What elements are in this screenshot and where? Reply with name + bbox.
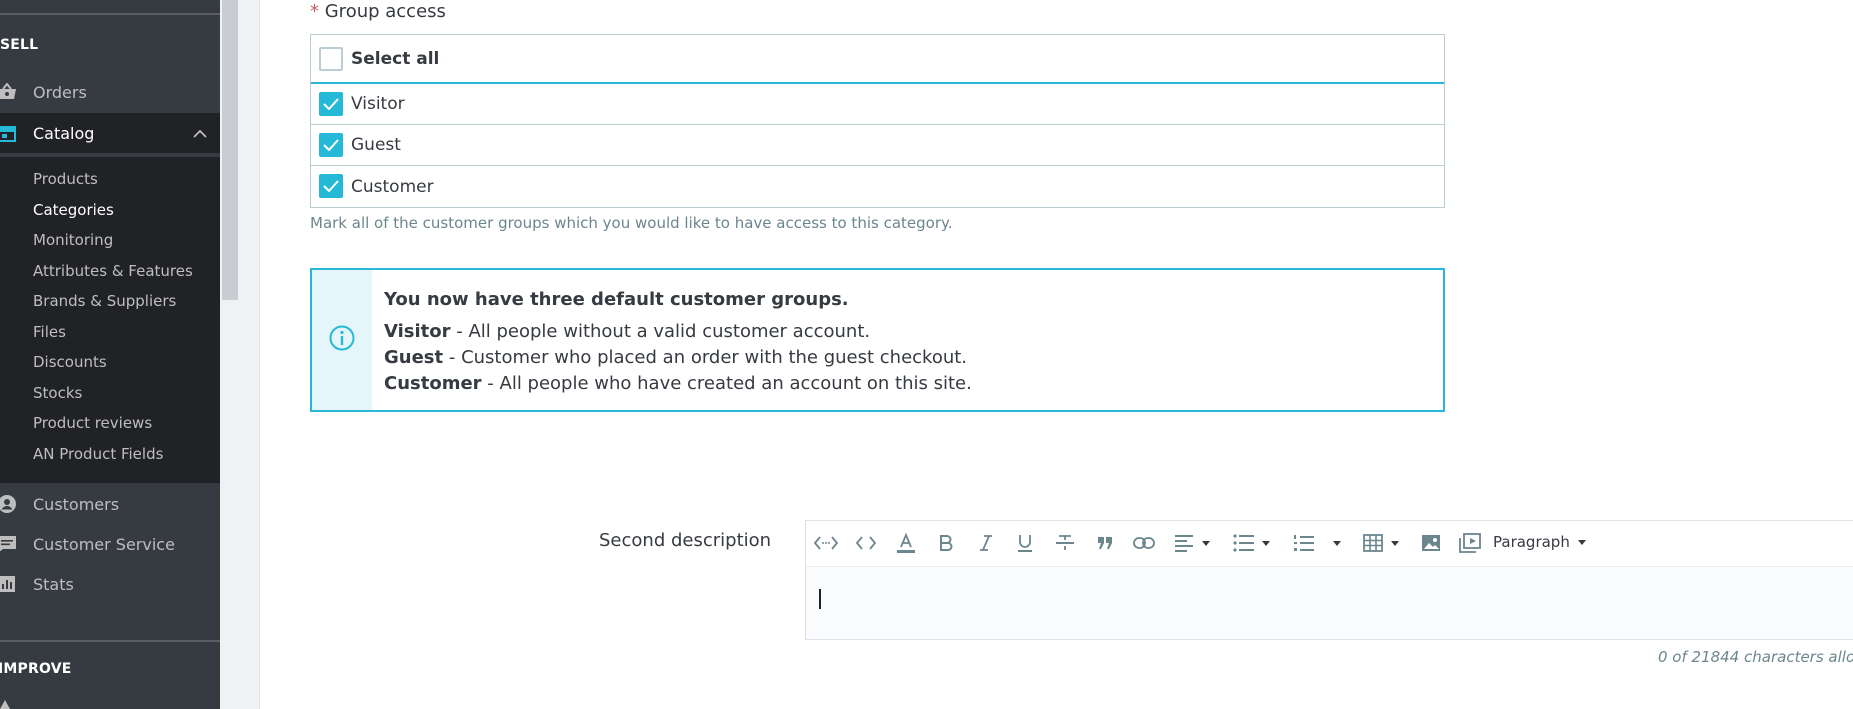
info-line-visitor: Visitor - All people without a valid cus… <box>384 321 870 342</box>
group-access-title: Group access <box>324 1 446 22</box>
sidebar-item-customer-service[interactable]: Customer Service <box>0 525 220 563</box>
sidebar-item-label: Customer Service <box>33 534 175 554</box>
sidebar-subitem-files[interactable]: Files <box>33 323 66 341</box>
sidebar-scrollbar[interactable] <box>220 0 260 709</box>
sidebar-subitem-stocks[interactable]: Stocks <box>33 384 82 402</box>
italic-icon[interactable] <box>974 531 998 555</box>
group-row-customer[interactable]: Customer <box>311 166 1444 207</box>
link-icon[interactable] <box>1132 531 1156 555</box>
guest-checkbox[interactable] <box>319 133 343 157</box>
sidebar-subitem-brands[interactable]: Brands & Suppliers <box>33 292 176 310</box>
group-label: Guest <box>351 135 401 155</box>
text-color-icon[interactable] <box>894 531 918 555</box>
sidebar-item-label: Customers <box>33 494 120 514</box>
info-term: Visitor <box>384 321 451 342</box>
account-circle-icon <box>0 493 18 515</box>
numbered-list-icon[interactable] <box>1292 531 1316 555</box>
bar-chart-icon <box>0 573 18 595</box>
group-row-guest[interactable]: Guest <box>311 125 1444 166</box>
underline-icon[interactable] <box>1013 531 1037 555</box>
select-all-label: Select all <box>351 48 440 69</box>
chevron-down-icon[interactable] <box>1391 541 1399 546</box>
text-cursor <box>819 589 821 609</box>
chevron-down-icon[interactable] <box>1333 541 1341 546</box>
sidebar-divider <box>0 640 220 642</box>
info-gutter <box>312 270 372 410</box>
image-icon[interactable] <box>1419 531 1443 555</box>
sidebar-item-stats[interactable]: Stats <box>0 565 220 603</box>
sidebar-subitem-discounts[interactable]: Discounts <box>33 353 107 371</box>
info-term: Customer <box>384 373 482 394</box>
group-access-label: * Group access <box>310 1 446 22</box>
sidebar-top-divider <box>0 0 220 15</box>
editor-content-area[interactable] <box>806 567 1853 639</box>
chat-icon <box>0 533 18 555</box>
sidebar-item-label: Catalog <box>33 123 95 143</box>
editor-toolbar: Paragraph <box>806 521 1853 567</box>
sidebar-subitem-monitoring[interactable]: Monitoring <box>33 231 113 249</box>
code-icon[interactable] <box>854 531 878 555</box>
source-code-icon[interactable] <box>814 531 838 555</box>
info-alert: You now have three default customer grou… <box>310 268 1445 412</box>
chevron-down-icon <box>1577 539 1586 545</box>
sidebar-section-improve: IMPROVE <box>0 661 72 677</box>
basket-icon <box>0 81 18 103</box>
sidebar-item-catalog[interactable]: Catalog <box>0 113 220 153</box>
check-icon <box>323 180 339 192</box>
visitor-checkbox[interactable] <box>319 92 343 116</box>
sidebar-item-label: Orders <box>33 82 87 102</box>
chevron-down-icon[interactable] <box>1262 541 1270 546</box>
chevron-up-icon[interactable] <box>190 123 210 143</box>
info-desc: - All people who have created an account… <box>481 373 972 394</box>
block-format-label: Paragraph <box>1493 533 1570 551</box>
align-left-icon[interactable] <box>1172 531 1196 555</box>
info-title: You now have three default customer grou… <box>384 289 849 310</box>
select-all-checkbox[interactable] <box>319 47 343 71</box>
info-line-guest: Guest - Customer who placed an order wit… <box>384 347 967 368</box>
bold-icon[interactable] <box>934 531 958 555</box>
info-line-customer: Customer - All people who have created a… <box>384 373 972 394</box>
block-format-select[interactable]: Paragraph <box>1493 533 1586 551</box>
second-description-label: Second description <box>599 530 772 551</box>
info-desc: - All people without a valid customer ac… <box>450 321 871 342</box>
sidebar-subitem-attributes[interactable]: Attributes & Features <box>33 262 193 280</box>
blockquote-icon[interactable] <box>1093 531 1117 555</box>
sidebar-item-orders[interactable]: Orders <box>0 73 220 111</box>
sidebar-item-label: Stats <box>33 574 74 594</box>
check-icon <box>323 139 339 151</box>
scrollbar-thumb[interactable] <box>222 0 238 300</box>
sidebar-section-sell: SELL <box>0 37 39 53</box>
check-icon <box>323 98 339 110</box>
sidebar-item-customers[interactable]: Customers <box>0 485 220 523</box>
group-access-help: Mark all of the customer groups which yo… <box>310 214 953 232</box>
rich-text-editor: Paragraph <box>805 520 1853 640</box>
customer-checkbox[interactable] <box>319 174 343 198</box>
info-icon <box>328 324 356 356</box>
chevron-down-icon[interactable] <box>1202 541 1210 546</box>
group-label: Customer <box>351 176 434 197</box>
table-icon[interactable] <box>1361 531 1385 555</box>
sidebar-subitem-categories[interactable]: Categories <box>33 201 114 219</box>
group-access-table: Select all Visitor Guest Customer <box>310 34 1445 208</box>
media-icon[interactable] <box>1458 531 1482 555</box>
store-icon <box>0 122 18 144</box>
strikethrough-icon[interactable] <box>1053 531 1077 555</box>
sidebar-subitem-product-reviews[interactable]: Product reviews <box>33 414 152 432</box>
group-label: Visitor <box>351 94 405 114</box>
sidebar: SELL Orders Catalog Products Categories … <box>0 0 220 709</box>
group-row-visitor[interactable]: Visitor <box>311 84 1444 125</box>
partial-icon <box>0 700 10 709</box>
sidebar-subitem-an-product-fields[interactable]: AN Product Fields <box>33 445 163 463</box>
bullet-list-icon[interactable] <box>1232 531 1256 555</box>
required-mark: * <box>310 1 319 22</box>
character-counter: 0 of 21844 characters allowed <box>1658 648 1853 666</box>
info-desc: - Customer who placed an order with the … <box>443 347 968 368</box>
sidebar-subitem-products[interactable]: Products <box>33 170 98 188</box>
select-all-row[interactable]: Select all <box>311 35 1444 84</box>
info-term: Guest <box>384 347 444 368</box>
